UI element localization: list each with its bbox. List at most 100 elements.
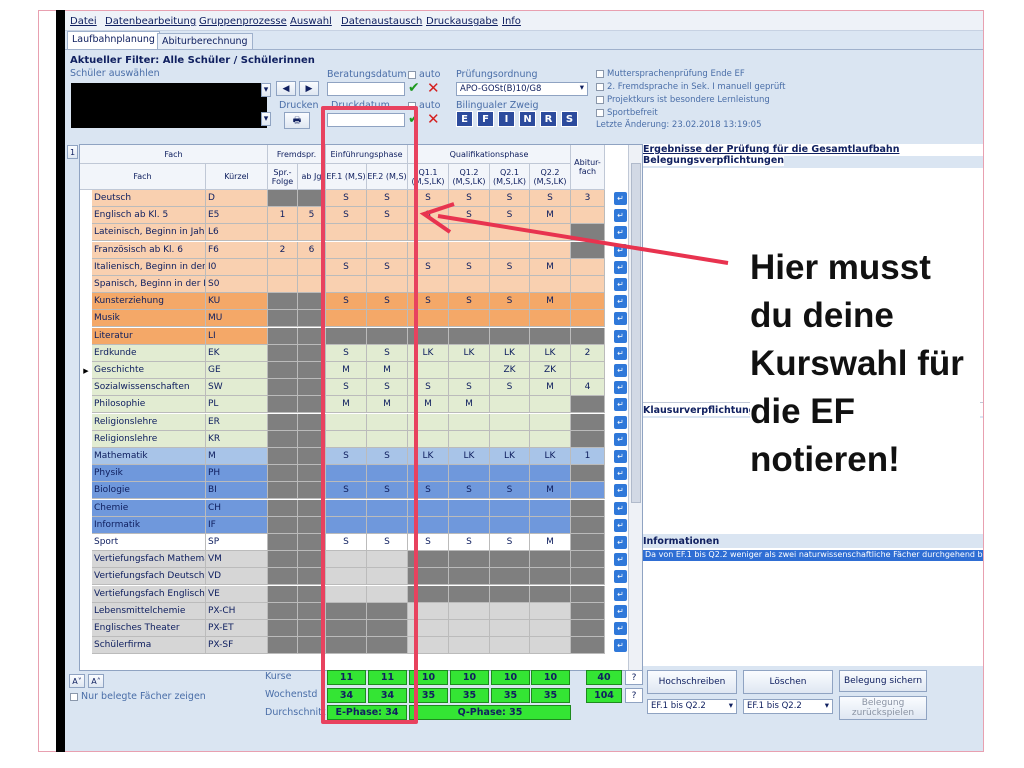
q12-cell[interactable] — [449, 276, 490, 293]
abiturfach-cell[interactable] — [571, 620, 605, 637]
abiturfach-cell[interactable] — [571, 413, 605, 431]
kuerzel-cell[interactable]: KU — [206, 293, 268, 311]
abiturfach-cell[interactable] — [571, 396, 605, 414]
q21-cell[interactable] — [490, 568, 530, 586]
fach-cell[interactable]: Englisch ab Kl. 5 — [92, 207, 206, 225]
bilingual-r-button[interactable]: R — [540, 111, 557, 127]
q22-cell[interactable]: M — [530, 534, 571, 551]
edit-row-icon[interactable]: ↵ — [614, 432, 627, 446]
belegung-sichern-button[interactable]: Belegung sichern — [839, 670, 927, 692]
kuerzel-cell[interactable]: PL — [206, 396, 268, 414]
edit-row-icon[interactable]: ↵ — [614, 450, 627, 463]
info-message[interactable]: Da von EF.1 bis Q2.2 weniger als zwei na… — [643, 550, 983, 561]
abiturfach-cell[interactable] — [571, 534, 605, 551]
fach-cell[interactable]: Lateinisch, Beginn in Jahrg — [92, 224, 206, 242]
q22-cell[interactable] — [530, 396, 571, 414]
abiturfach-cell[interactable] — [571, 327, 605, 345]
abiturfach-cell[interactable]: 2 — [571, 344, 605, 362]
kuerzel-cell[interactable]: CH — [206, 499, 268, 517]
student-dropdown-arrow[interactable]: ▾ — [261, 83, 271, 97]
q22-cell[interactable] — [530, 327, 571, 345]
q12-cell[interactable]: LK — [449, 344, 490, 362]
q22-cell[interactable] — [530, 585, 571, 603]
tab-abiturberechnung[interactable]: Abiturberechnung — [157, 33, 253, 49]
q12-cell[interactable] — [449, 310, 490, 328]
q21-cell[interactable] — [490, 551, 530, 569]
fach-cell[interactable]: Vertiefungsfach Mathematik — [92, 551, 206, 569]
menu-info[interactable]: Info — [502, 16, 521, 27]
spr-folge-cell[interactable] — [268, 465, 298, 483]
q12-cell[interactable]: S — [449, 379, 490, 397]
option-checkbox-4[interactable] — [596, 109, 604, 117]
edit-row-icon[interactable]: ↵ — [614, 639, 627, 653]
bilingual-n-button[interactable]: N — [519, 111, 536, 127]
q12-cell[interactable] — [449, 620, 490, 637]
spr-folge-cell[interactable] — [268, 344, 298, 362]
grid-corner-button[interactable]: 1 — [67, 145, 78, 159]
font-decrease-button[interactable]: A˅ — [69, 674, 85, 688]
kuerzel-cell[interactable]: PX-ET — [206, 620, 268, 637]
edit-row-icon[interactable]: ↵ — [614, 381, 627, 395]
fach-cell[interactable]: Lebensmittelchemie — [92, 602, 206, 620]
fach-cell[interactable]: Religionslehre — [92, 413, 206, 431]
abiturfach-cell[interactable] — [571, 516, 605, 534]
spr-folge-cell[interactable] — [268, 310, 298, 328]
q21-cell[interactable]: S — [490, 379, 530, 397]
fach-cell[interactable]: Literatur — [92, 327, 206, 345]
q21-cell[interactable] — [490, 620, 530, 637]
abiturfach-cell[interactable] — [571, 293, 605, 311]
kuerzel-cell[interactable]: SP — [206, 534, 268, 551]
edit-row-icon[interactable]: ↵ — [614, 329, 627, 343]
q12-cell[interactable] — [449, 602, 490, 620]
spr-folge-cell[interactable]: 1 — [268, 207, 298, 225]
fach-cell[interactable]: Chemie — [92, 499, 206, 517]
prev-student-button[interactable]: ◀ — [276, 81, 296, 96]
abiturfach-cell[interactable] — [571, 310, 605, 328]
spr-folge-cell[interactable] — [268, 327, 298, 345]
fach-cell[interactable]: Mathematik — [92, 448, 206, 465]
q22-cell[interactable] — [530, 310, 571, 328]
print-icon[interactable]: 🖶 — [284, 112, 310, 129]
q22-cell[interactable] — [530, 620, 571, 637]
spr-folge-cell[interactable] — [268, 499, 298, 517]
kuerzel-cell[interactable]: IF — [206, 516, 268, 534]
q21-cell[interactable]: S — [490, 534, 530, 551]
spr-folge-cell[interactable]: 2 — [268, 241, 298, 259]
q22-cell[interactable] — [530, 413, 571, 431]
spr-folge-cell[interactable] — [268, 482, 298, 500]
kuerzel-cell[interactable]: LI — [206, 327, 268, 345]
kuerzel-cell[interactable]: ER — [206, 413, 268, 431]
q12-cell[interactable] — [449, 465, 490, 483]
fach-cell[interactable]: Kunsterziehung — [92, 293, 206, 311]
abiturfach-cell[interactable] — [571, 482, 605, 500]
kuerzel-cell[interactable]: VE — [206, 585, 268, 603]
edit-row-icon[interactable]: ↵ — [614, 484, 627, 498]
q21-cell[interactable]: LK — [490, 344, 530, 362]
spr-folge-cell[interactable] — [268, 637, 298, 655]
edit-row-icon[interactable]: ↵ — [614, 604, 627, 618]
q22-cell[interactable] — [530, 499, 571, 517]
edit-row-icon[interactable]: ↵ — [614, 295, 627, 309]
edit-row-icon[interactable]: ↵ — [614, 278, 627, 291]
spr-folge-cell[interactable] — [268, 379, 298, 397]
q21-cell[interactable]: S — [490, 293, 530, 311]
q22-cell[interactable]: M — [530, 379, 571, 397]
kuerzel-cell[interactable]: E5 — [206, 207, 268, 225]
cancel-x-icon-2[interactable]: ✕ — [427, 110, 440, 128]
abiturfach-cell[interactable] — [571, 276, 605, 293]
fach-cell[interactable]: Biologie — [92, 482, 206, 500]
abiturfach-cell[interactable] — [571, 568, 605, 586]
q12-cell[interactable] — [449, 637, 490, 655]
beratungsdatum-input[interactable] — [327, 82, 405, 96]
abiturfach-cell[interactable] — [571, 602, 605, 620]
q12-cell[interactable] — [449, 499, 490, 517]
abiturfach-cell[interactable]: 1 — [571, 448, 605, 465]
spr-folge-cell[interactable] — [268, 516, 298, 534]
fach-cell[interactable]: Erdkunde — [92, 344, 206, 362]
q21-cell[interactable]: ZK — [490, 362, 530, 379]
fach-cell[interactable]: Schülerfirma — [92, 637, 206, 655]
kuerzel-cell[interactable]: GE — [206, 362, 268, 379]
range-select-2[interactable]: EF.1 bis Q2.2 ▾ — [743, 699, 833, 714]
edit-row-icon[interactable]: ↵ — [614, 622, 627, 635]
q22-cell[interactable] — [530, 465, 571, 483]
